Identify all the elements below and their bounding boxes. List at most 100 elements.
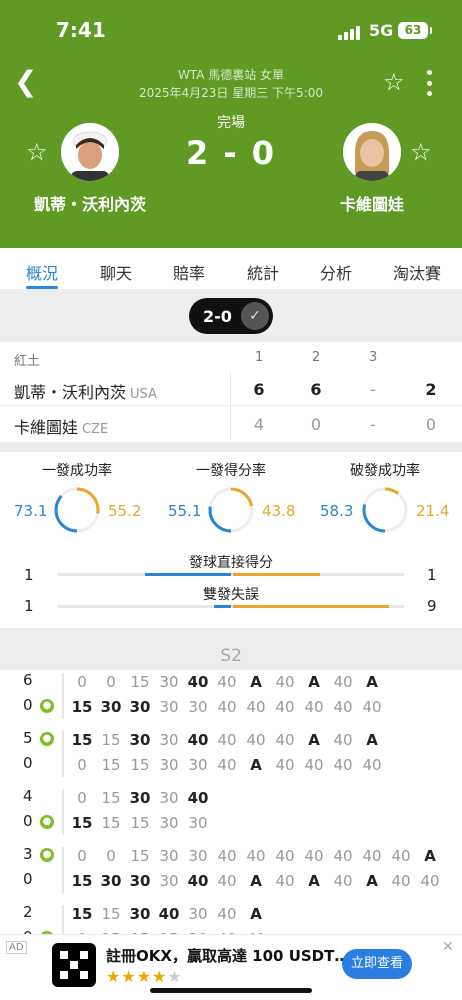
favorite-player1-icon[interactable]: ☆ xyxy=(26,138,48,166)
pbp-set-label[interactable]: S2 xyxy=(0,646,462,666)
stat-right-value: 55.2 xyxy=(108,502,142,520)
close-icon[interactable]: ✕ xyxy=(442,939,454,955)
game-score: 3 xyxy=(23,845,33,863)
point-score: A xyxy=(250,673,262,691)
player1-avatar[interactable] xyxy=(61,123,119,181)
tab-odds[interactable]: 賠率 xyxy=(173,260,205,284)
stat-right-value: 21.4 xyxy=(416,502,450,520)
point-score: 30 xyxy=(188,905,208,923)
point-score: 40 xyxy=(187,731,209,749)
point-by-point-list: 6 0 0 15 30 40 40 A 40 A 40 A 0 ● 15 30 30 30 30 40 40 40 40 40… xyxy=(0,670,462,940)
point-score: A xyxy=(250,905,262,923)
bar-left-value: 1 xyxy=(24,566,34,584)
point-score: 30 xyxy=(159,872,179,890)
point-score: 30 xyxy=(159,698,179,716)
set-score-pill[interactable]: 2-0 ✓ xyxy=(189,298,273,334)
battery-icon: 63 xyxy=(398,22,432,39)
ad-rating-empty: ★ xyxy=(167,967,183,986)
bar-fill-left xyxy=(144,573,231,576)
point-score: 30 xyxy=(188,814,208,832)
ad-title: 註冊OKX，贏取高達 100 USDT… xyxy=(106,947,350,965)
player1-name[interactable]: 凱蒂・沃利內茨 xyxy=(34,191,146,215)
point-score: 40 xyxy=(333,756,353,774)
home-indicator[interactable] xyxy=(150,988,312,993)
stat-ring-1 xyxy=(208,487,254,533)
point-score: 40 xyxy=(304,698,324,716)
point-score: 40 xyxy=(362,698,382,716)
game-score: 0 xyxy=(23,870,33,888)
point-score: 15 xyxy=(130,756,150,774)
ad-cta-button[interactable]: 立即查看 xyxy=(342,949,412,979)
pbp-bottom-row: 0 15 30 30 30 40 40 A 40 A 40 A 40 40 xyxy=(0,870,462,894)
pbp-top-row: 4 0 15 30 30 40 xyxy=(0,787,462,811)
point-score: 40 xyxy=(187,789,209,807)
game-score: 0 xyxy=(23,696,33,714)
point-score: 40 xyxy=(217,847,237,865)
game-score: 0 xyxy=(23,754,33,772)
pbp-bottom-row: 0 ● 15 15 15 30 30 xyxy=(0,812,462,836)
point-score: 40 xyxy=(304,847,324,865)
point-score: 30 xyxy=(159,789,179,807)
surface-label: 紅土 xyxy=(14,354,41,369)
stat-label-break-points: 破發成功率 xyxy=(350,463,420,479)
game-score: 0 xyxy=(23,812,33,830)
point-score: 0 xyxy=(106,847,116,865)
tab-overview[interactable]: 概況 xyxy=(26,260,58,284)
game-score: 4 xyxy=(23,787,33,805)
point-score: 15 xyxy=(71,872,93,890)
point-score: 30 xyxy=(129,872,151,890)
point-score: 30 xyxy=(188,756,208,774)
point-score: 40 xyxy=(275,756,295,774)
point-score: 40 xyxy=(391,872,411,890)
bar-track-double-faults xyxy=(58,605,404,608)
point-score: 40 xyxy=(362,847,382,865)
game-score: 6 xyxy=(23,671,33,689)
point-score: A xyxy=(366,673,378,691)
point-score: 0 xyxy=(77,673,87,691)
point-score: 15 xyxy=(71,905,93,923)
point-score: 40 xyxy=(246,847,266,865)
bar-right-value: 9 xyxy=(427,597,437,615)
player2-name[interactable]: 卡維圖娃 xyxy=(340,191,404,215)
stat-left-value: 55.1 xyxy=(168,502,202,520)
match-status: 完場 xyxy=(217,115,245,131)
favorite-player2-icon[interactable]: ☆ xyxy=(410,138,432,166)
tab-analysis[interactable]: 分析 xyxy=(320,260,352,284)
stat-left-value: 73.1 xyxy=(14,502,48,520)
player2-avatar[interactable] xyxy=(343,123,401,181)
point-score: 40 xyxy=(275,673,295,691)
row-divider xyxy=(0,405,462,406)
league-name: WTA 馬德裏站 女單 xyxy=(177,68,285,82)
score-row-player2: 卡維圖娃 CZE 4 0 - 0 xyxy=(0,407,462,442)
set2-score: 0 xyxy=(310,415,322,434)
point-score: 30 xyxy=(129,731,151,749)
set2-score: 6 xyxy=(310,380,322,399)
tab-stats[interactable]: 統計 xyxy=(247,260,279,284)
bar-fill-right xyxy=(233,573,320,576)
player2-country: CZE xyxy=(82,422,109,437)
point-score: 15 xyxy=(130,847,150,865)
point-score: 15 xyxy=(71,698,93,716)
point-score: 40 xyxy=(304,756,324,774)
stat-label-first-serve-won: 一發得分率 xyxy=(196,463,266,479)
point-score: 40 xyxy=(217,731,237,749)
bar-label-double-faults: 雙發失誤 xyxy=(203,587,259,603)
point-score: A xyxy=(424,847,436,865)
point-score: 30 xyxy=(100,872,122,890)
total-sets: 2 xyxy=(425,380,437,399)
point-score: 40 xyxy=(187,872,209,890)
stat-ring-2 xyxy=(362,487,408,533)
point-score: 40 xyxy=(391,847,411,865)
tab-chat[interactable]: 聊天 xyxy=(100,260,132,284)
bar-left-value: 1 xyxy=(24,597,34,615)
point-score: A xyxy=(308,731,320,749)
pbp-bottom-row: 0 0 15 15 30 30 40 A 40 40 40 40 xyxy=(0,754,462,778)
point-score: 0 xyxy=(106,673,116,691)
score-row-player1: 凱蒂・沃利內茨 USA 6 6 - 2 xyxy=(0,372,462,407)
point-score: 15 xyxy=(101,789,121,807)
point-score: 40 xyxy=(187,673,209,691)
tab-knockout[interactable]: 淘汰賽 xyxy=(393,260,441,284)
point-score: 40 xyxy=(333,847,353,865)
ad-rating-filled: ★★★★ xyxy=(106,967,168,986)
set-header-3: 3 xyxy=(369,350,378,365)
